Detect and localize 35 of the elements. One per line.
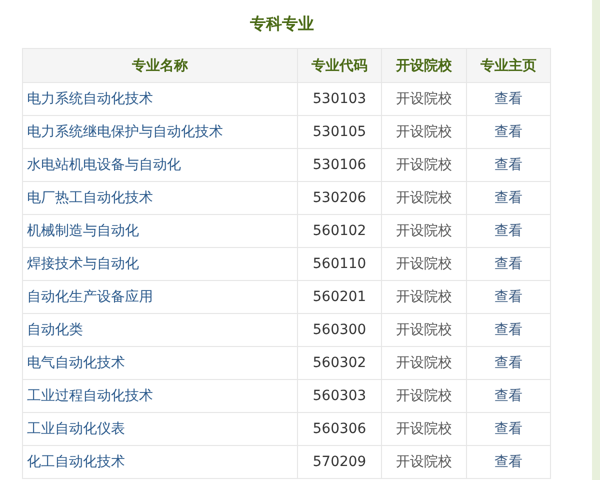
major-code: 560300 bbox=[298, 314, 382, 346]
major-name-link[interactable]: 电气自动化技术 bbox=[27, 355, 125, 371]
major-code: 560110 bbox=[298, 248, 382, 280]
major-code: 530106 bbox=[298, 148, 382, 182]
column-header: 专业代码 bbox=[298, 48, 382, 82]
major-name-link[interactable]: 自动化类 bbox=[27, 322, 83, 338]
view-link[interactable]: 查看 bbox=[494, 256, 522, 272]
major-code: 530103 bbox=[298, 82, 382, 116]
view-link[interactable]: 查看 bbox=[494, 289, 522, 305]
view-link[interactable]: 查看 bbox=[494, 223, 522, 239]
view-link[interactable]: 查看 bbox=[494, 355, 522, 371]
view-link[interactable]: 查看 bbox=[494, 157, 522, 173]
column-header: 专业主页 bbox=[466, 48, 550, 82]
major-code: 560102 bbox=[298, 214, 382, 248]
major-code: 530105 bbox=[298, 116, 382, 148]
section-title: 专科专业 bbox=[250, 13, 314, 35]
major-code: 570209 bbox=[298, 446, 382, 478]
major-name-link[interactable]: 焊接技术与自动化 bbox=[27, 256, 139, 272]
view-link[interactable]: 查看 bbox=[494, 91, 522, 107]
major-code: 530206 bbox=[298, 182, 382, 214]
view-link[interactable]: 查看 bbox=[494, 388, 522, 404]
major-name-link[interactable]: 工业自动化仪表 bbox=[27, 421, 125, 437]
major-code: 560303 bbox=[298, 380, 382, 412]
major-code: 560302 bbox=[298, 346, 382, 380]
major-name-link[interactable]: 化工自动化技术 bbox=[27, 454, 125, 470]
view-link[interactable]: 查看 bbox=[494, 190, 522, 206]
view-link[interactable]: 查看 bbox=[494, 421, 522, 437]
column-header: 开设院校 bbox=[382, 48, 466, 82]
view-link[interactable]: 查看 bbox=[494, 322, 522, 338]
major-code: 560306 bbox=[298, 412, 382, 446]
view-link[interactable]: 查看 bbox=[494, 454, 522, 470]
major-name-link[interactable]: 机械制造与自动化 bbox=[27, 223, 139, 239]
view-link[interactable]: 查看 bbox=[494, 124, 522, 140]
major-code: 560201 bbox=[298, 280, 382, 314]
column-header: 专业名称 bbox=[22, 48, 298, 82]
